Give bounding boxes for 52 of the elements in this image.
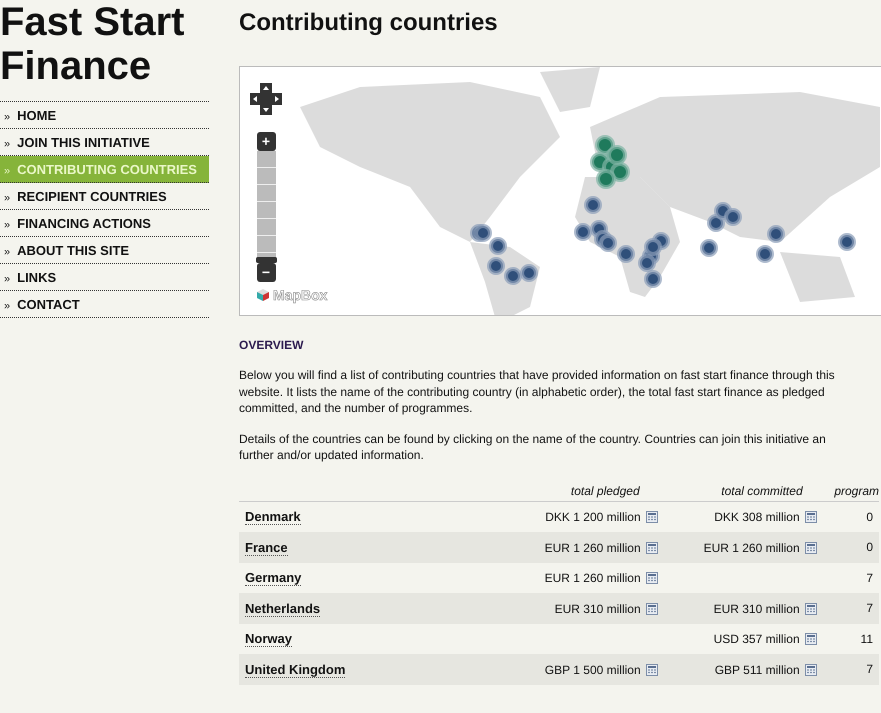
calculator-icon[interactable] bbox=[646, 511, 658, 524]
nav-link[interactable]: » RECIPIENT COUNTRIES bbox=[0, 183, 209, 210]
calculator-icon[interactable] bbox=[646, 664, 658, 676]
cube-icon bbox=[256, 288, 270, 302]
nav-link[interactable]: » CONTACT bbox=[0, 291, 209, 318]
country-link[interactable]: Denmark bbox=[245, 509, 301, 526]
column-header: total committed bbox=[721, 484, 803, 498]
table-cell: EUR 1 260 million bbox=[544, 540, 641, 555]
nav-link[interactable]: » LINKS bbox=[0, 264, 209, 291]
page-title: Contributing countries bbox=[239, 8, 499, 38]
nav-link[interactable]: » ABOUT THIS SITE bbox=[0, 237, 209, 264]
calculator-icon[interactable] bbox=[646, 602, 658, 615]
table-cell: DKK 1 200 million bbox=[545, 510, 641, 524]
table-cell: EUR 1 260 million bbox=[704, 540, 800, 555]
calculator-icon[interactable] bbox=[804, 602, 817, 615]
calculator-icon[interactable] bbox=[804, 633, 817, 646]
column-header: program bbox=[834, 484, 879, 498]
country-link[interactable]: Germany bbox=[245, 570, 302, 586]
nav-link[interactable]: » FINANCING ACTIONS bbox=[0, 210, 209, 237]
calculator-icon[interactable] bbox=[804, 511, 817, 524]
table-cell: 11 bbox=[860, 632, 873, 646]
table-cell: 7 bbox=[866, 570, 873, 585]
map-attribution[interactable]: MapBox bbox=[273, 287, 328, 303]
calculator-icon[interactable] bbox=[804, 542, 817, 554]
country-link[interactable]: Norway bbox=[245, 631, 292, 648]
section-heading: OVERVIEW bbox=[239, 337, 304, 353]
country-link[interactable]: Netherlands bbox=[245, 600, 320, 617]
pan-control-icon[interactable] bbox=[248, 81, 284, 117]
zoom-slider[interactable] bbox=[256, 151, 276, 263]
zoom-in-button[interactable]: + bbox=[256, 132, 276, 151]
paragraph: Details of the countries can be found by clicking on the name of the country. Countries can join this initiative an further and/or updated information. bbox=[239, 430, 827, 464]
calculator-icon[interactable] bbox=[646, 572, 658, 584]
table-cell: EUR 310 million bbox=[554, 602, 641, 616]
table-cell: GBP 511 million bbox=[714, 662, 800, 677]
calculator-icon[interactable] bbox=[804, 664, 817, 676]
table-cell: USD 357 million bbox=[714, 632, 800, 646]
table-cell: EUR 1 260 million bbox=[544, 571, 641, 586]
table-cell: 7 bbox=[866, 662, 873, 676]
table-cell: GBP 1 500 million bbox=[544, 662, 641, 677]
table-cell: 7 bbox=[866, 601, 873, 616]
table-cell: 0 bbox=[866, 540, 873, 554]
paragraph: Below you will find a list of contributing countries that have provided information on fast start finance through this website. It lists the name of the contributing country (in alphabetic order), the total fast start finance as pledged committed, and the number of programmes. bbox=[239, 367, 836, 416]
column-header: total pledged bbox=[570, 484, 640, 498]
table-cell: 0 bbox=[866, 510, 873, 524]
country-link[interactable]: France bbox=[245, 540, 288, 556]
zoom-slider-thumb[interactable] bbox=[256, 257, 276, 263]
calculator-icon[interactable] bbox=[646, 542, 658, 554]
nav-link[interactable]: » HOME bbox=[0, 102, 209, 129]
zoom-out-button[interactable]: − bbox=[256, 263, 276, 282]
table-cell: EUR 310 million bbox=[714, 602, 800, 616]
table-cell: DKK 308 million bbox=[714, 510, 800, 524]
site-title: Fast Start Finance bbox=[0, 0, 186, 88]
